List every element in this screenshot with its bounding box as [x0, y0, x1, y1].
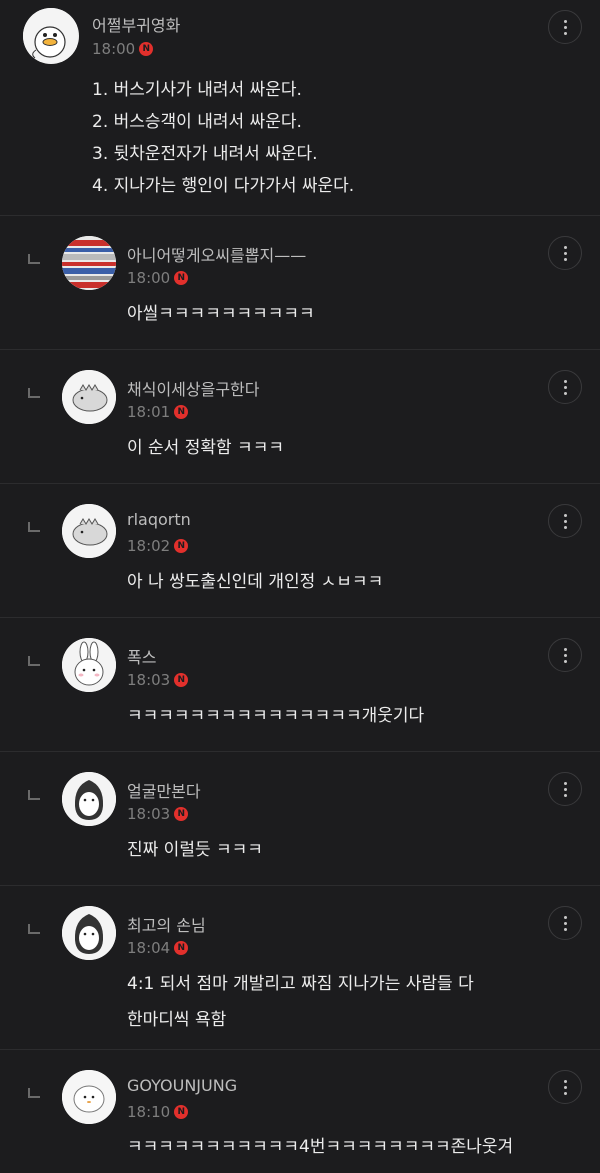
reply-arrow-icon: [28, 656, 40, 666]
new-badge: N: [174, 271, 189, 285]
reply-arrow-icon: [28, 388, 40, 398]
striped-avatar-icon[interactable]: [62, 236, 116, 290]
reply-item: 아니어떻게오씨를뽑지—— 18:00 N 아씰ㅋㅋㅋㅋㅋㅋㅋㅋㅋㅋ: [0, 216, 600, 349]
reply-arrow-icon: [28, 1088, 40, 1098]
reply-item: rlaqortn 18:02 N 아 나 쌍도출신인데 개인정 ㅅㅂㅋㅋ: [0, 484, 600, 617]
comment-time: 18:03: [127, 805, 171, 823]
reply-item: 폭스 18:03 N ㅋㅋㅋㅋㅋㅋㅋㅋㅋㅋㅋㅋㅋㅋㅋ개웃기다: [0, 618, 600, 751]
comment-text: 4:1 되서 점마 개발리고 짜짐 지나가는 사람들 다 한마디씩 욕함: [127, 974, 474, 1030]
reply-item: 최고의 손님 18:04 N 4:1 되서 점마 개발리고 짜짐 지나가는 사람…: [0, 886, 600, 1049]
dinosaur-avatar-icon[interactable]: [62, 370, 116, 424]
comment-meta: 18:04 N: [127, 939, 189, 957]
comment-nickname[interactable]: 최고의 손님: [127, 912, 206, 936]
more-options-icon[interactable]: [548, 638, 582, 672]
more-options-icon[interactable]: [548, 10, 582, 44]
comment-item: 어쩔부귀영화 18:00 N 1. 버스기사가 내려서 싸운다. 2. 버스승객…: [0, 0, 600, 215]
comment-text: 1. 버스기사가 내려서 싸운다. 2. 버스승객이 내려서 싸운다. 3. 뒷…: [92, 80, 355, 196]
comment-nickname[interactable]: 아니어떻게오씨를뽑지——: [127, 242, 306, 266]
more-options-icon[interactable]: [548, 1070, 582, 1104]
comment-nickname[interactable]: 얼굴만본다: [127, 778, 201, 802]
new-badge: N: [174, 673, 189, 687]
comment-text: 아씰ㅋㅋㅋㅋㅋㅋㅋㅋㅋㅋ: [127, 304, 315, 324]
more-options-icon[interactable]: [548, 772, 582, 806]
comment-thread: 어쩔부귀영화 18:00 N 1. 버스기사가 내려서 싸운다. 2. 버스승객…: [0, 0, 600, 1173]
comment-nickname[interactable]: 폭스: [127, 644, 156, 668]
comment-time: 18:00: [127, 269, 171, 287]
penguin-avatar-icon[interactable]: [62, 906, 116, 960]
comment-nickname[interactable]: rlaqortn: [127, 510, 191, 529]
reply-arrow-icon: [28, 254, 40, 264]
reply-arrow-icon: [28, 924, 40, 934]
more-options-icon[interactable]: [548, 370, 582, 404]
reply-arrow-icon: [28, 790, 40, 800]
comment-time: 18:01: [127, 403, 171, 421]
new-badge: N: [174, 539, 189, 553]
comment-meta: 18:03 N: [127, 805, 189, 823]
comment-meta: 18:01 N: [127, 403, 189, 421]
comment-text: ㅋㅋㅋㅋㅋㅋㅋㅋㅋㅋㅋ4번ㅋㅋㅋㅋㅋㅋㅋㅋ존나웃겨: [127, 1137, 514, 1157]
duck-avatar-icon[interactable]: [23, 8, 79, 64]
new-badge: N: [174, 1105, 189, 1119]
new-badge: N: [174, 405, 189, 419]
comment-meta: 18:10 N: [127, 1103, 189, 1121]
comment-time: 18:04: [127, 939, 171, 957]
new-badge: N: [174, 941, 189, 955]
more-options-icon[interactable]: [548, 504, 582, 538]
comment-text: 이 순서 정확함 ㅋㅋㅋ: [127, 438, 284, 458]
more-options-icon[interactable]: [548, 236, 582, 270]
reply-item: 얼굴만본다 18:03 N 진짜 이럴듯 ㅋㅋㅋ: [0, 752, 600, 885]
reply-item: 채식이세상을구한다 18:01 N 이 순서 정확함 ㅋㅋㅋ: [0, 350, 600, 483]
comment-text: 진짜 이럴듯 ㅋㅋㅋ: [127, 840, 263, 860]
rabbit-avatar-icon[interactable]: [62, 638, 116, 692]
dinosaur-avatar-icon[interactable]: [62, 504, 116, 558]
comment-meta: 18:03 N: [127, 671, 189, 689]
reply-item: GOYOUNJUNG 18:10 N ㅋㅋㅋㅋㅋㅋㅋㅋㅋㅋㅋ4번ㅋㅋㅋㅋㅋㅋㅋㅋ…: [0, 1050, 600, 1173]
penguin-avatar-icon[interactable]: [62, 772, 116, 826]
more-options-icon[interactable]: [548, 906, 582, 940]
comment-meta: 18:02 N: [127, 537, 189, 555]
comment-text: 아 나 쌍도출신인데 개인정 ㅅㅂㅋㅋ: [127, 572, 384, 592]
comment-nickname[interactable]: 어쩔부귀영화: [92, 12, 180, 36]
comment-text: ㅋㅋㅋㅋㅋㅋㅋㅋㅋㅋㅋㅋㅋㅋㅋ개웃기다: [127, 706, 425, 726]
comment-time: 18:03: [127, 671, 171, 689]
comment-meta: 18:00 N: [127, 269, 189, 287]
comment-time: 18:00: [92, 40, 136, 58]
comment-time: 18:10: [127, 1103, 171, 1121]
comment-nickname[interactable]: GOYOUNJUNG: [127, 1076, 237, 1095]
reply-arrow-icon: [28, 522, 40, 532]
new-badge: N: [174, 807, 189, 821]
comment-meta: 18:00 N: [92, 40, 154, 58]
comment-time: 18:02: [127, 537, 171, 555]
blob-avatar-icon[interactable]: [62, 1070, 116, 1124]
comment-nickname[interactable]: 채식이세상을구한다: [127, 376, 259, 400]
new-badge: N: [139, 42, 154, 56]
